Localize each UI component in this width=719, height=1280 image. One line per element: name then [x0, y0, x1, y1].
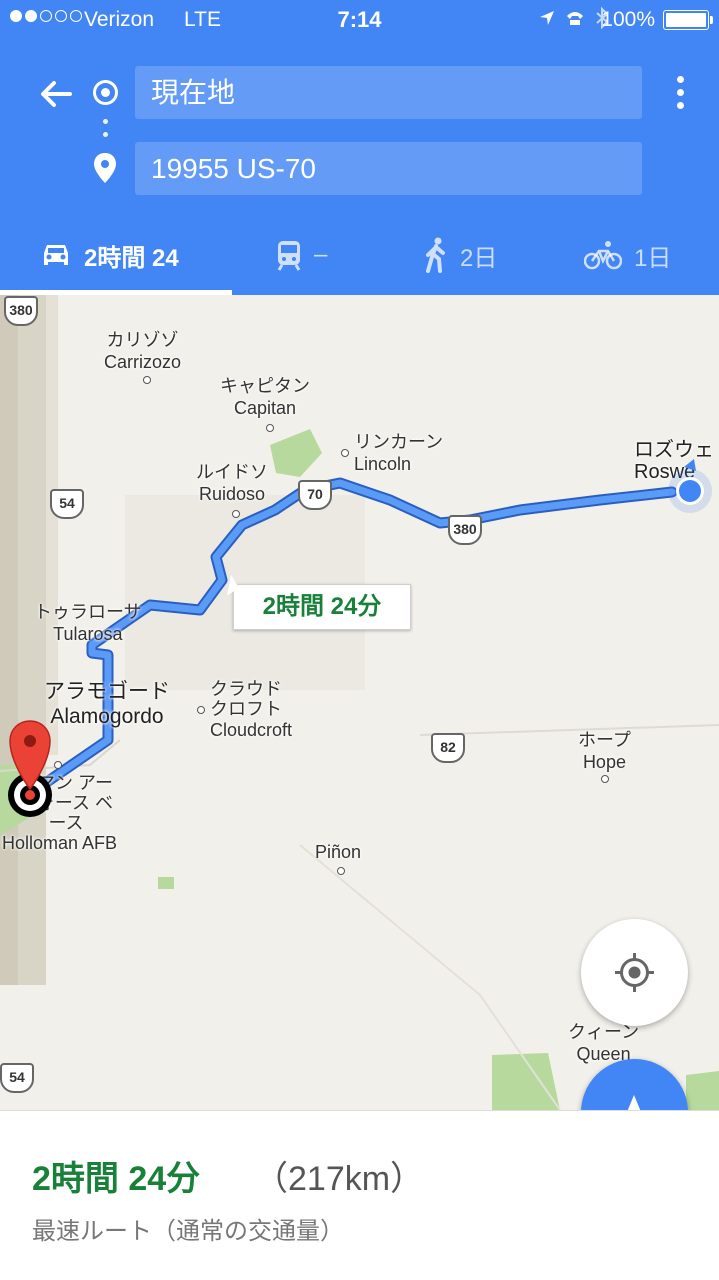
- crosshair-icon: [615, 953, 654, 992]
- place-label: カリゾゾ Carrizozo: [104, 330, 182, 372]
- location-arrow-icon: [540, 11, 554, 25]
- city-dot: [143, 376, 151, 384]
- car-icon: [44, 245, 68, 265]
- tab-drive[interactable]: 2時間 24: [40, 224, 179, 286]
- route-summary-panel[interactable]: 2時間 24分 （217km） 最速ルート（通常の交通量）: [0, 1110, 719, 1280]
- tab-walk[interactable]: 2日: [424, 224, 497, 286]
- route-description: 最速ルート（通常の交通量）: [32, 1218, 344, 1245]
- route-connector-dot: [103, 132, 108, 137]
- city-dot: [266, 424, 274, 432]
- origin-field[interactable]: 現在地: [135, 66, 642, 119]
- my-location-button[interactable]: [581, 919, 688, 1026]
- back-arrow-icon[interactable]: [36, 74, 76, 114]
- highway-shield: 70: [298, 480, 332, 510]
- current-location-icon: [668, 459, 712, 513]
- more-options-icon[interactable]: [674, 76, 688, 110]
- place-label: クラウド クロフト Cloudcroft: [210, 679, 293, 740]
- place-label: トゥラローサ Tularosa: [34, 602, 142, 644]
- city-dot: [341, 449, 349, 457]
- route-duration-callout[interactable]: 2時間 24分: [233, 584, 411, 630]
- place-label: ホープ Hope: [578, 730, 631, 772]
- travel-mode-tabs: 2時間 24 – 2日 1日: [0, 224, 719, 295]
- place-label: アラモゴード Alamogordo: [44, 680, 170, 728]
- city-dot: [337, 867, 345, 875]
- bike-icon: [584, 241, 622, 270]
- status-bar: Verizon LTE 7:14 100%: [0, 0, 719, 40]
- tab-bike[interactable]: 1日: [584, 224, 671, 286]
- destination-pin-icon: [94, 153, 116, 183]
- tab-bike-label: 1日: [634, 244, 672, 272]
- place-label: ルイドソ Ruidoso: [196, 462, 268, 504]
- route-duration: 2時間 24分: [32, 1160, 201, 1198]
- city-dot: [232, 510, 240, 518]
- directions-header: Verizon LTE 7:14 100% 現在地 19955 US-70 2時…: [0, 0, 719, 295]
- highway-shield: 54: [0, 1063, 34, 1093]
- train-icon: [277, 241, 301, 271]
- walk-icon: [426, 237, 445, 273]
- place-label: Piñon: [315, 842, 362, 862]
- call-forwarding-icon: [567, 12, 583, 25]
- destination-field[interactable]: 19955 US-70: [135, 142, 642, 195]
- highway-shield: 380: [4, 296, 38, 326]
- destination-marker-icon: [8, 720, 52, 817]
- battery-icon: [663, 10, 713, 30]
- tab-transit-label: –: [314, 241, 328, 268]
- route-connector-dot: [103, 119, 108, 124]
- place-label: キャピタン Capitan: [220, 376, 310, 418]
- city-dot: [601, 775, 609, 783]
- city-dot: [197, 706, 205, 714]
- origin-marker-icon: [93, 80, 118, 105]
- place-label: リンカーン Lincoln: [354, 432, 444, 474]
- tab-drive-label: 2時間 24: [84, 244, 179, 272]
- highway-shield: 54: [50, 489, 84, 519]
- battery-percent: 100%: [601, 8, 655, 31]
- highway-shield: 82: [431, 733, 465, 763]
- route-distance: （217km）: [254, 1160, 425, 1198]
- highway-shield: 380: [448, 515, 482, 545]
- tab-walk-label: 2日: [460, 244, 498, 272]
- tab-transit[interactable]: –: [276, 224, 327, 286]
